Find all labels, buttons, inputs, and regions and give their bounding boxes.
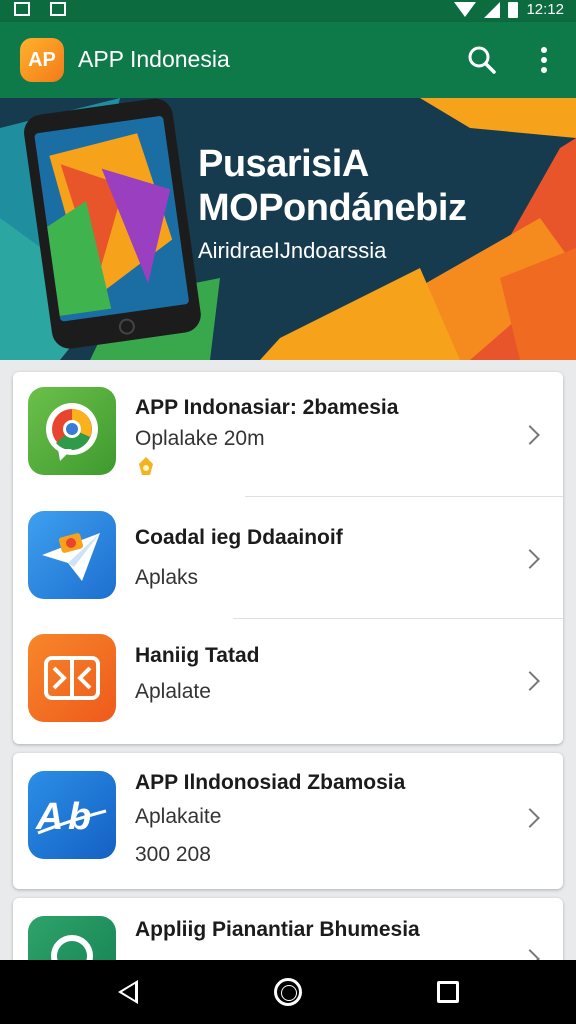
more-options-button[interactable] <box>532 44 556 76</box>
list-item[interactable]: Haniig Tatad Aplalate <box>13 620 563 744</box>
divider <box>233 618 563 619</box>
search-button[interactable] <box>466 44 498 76</box>
back-icon[interactable] <box>118 980 138 1004</box>
app-bar: AP APP Indonesia <box>0 22 576 98</box>
banner-subtitle: AiridraeIJndoarssia <box>198 238 387 263</box>
app-name: APP Ilndonosiad Zbamosia <box>135 771 406 794</box>
status-bar: 12:12 <box>0 0 576 22</box>
chevron-right-icon <box>520 549 540 569</box>
chevron-right-icon <box>520 425 540 445</box>
box-icon <box>28 634 116 722</box>
ab-logo-icon: A b <box>28 771 116 859</box>
signal-icon <box>484 1 501 18</box>
coin-icon <box>139 457 153 475</box>
app-size: 300 208 <box>135 843 211 866</box>
gallery-icon <box>50 2 66 16</box>
recents-icon[interactable] <box>437 981 459 1003</box>
app-card: A b APP Ilndonosiad Zbamosia Aplakaite 3… <box>13 753 563 889</box>
promo-banner[interactable]: PusarisiA MOPondánebiz AiridraeIJndoarss… <box>0 98 576 360</box>
app-subtitle: Aplakaite <box>135 805 222 828</box>
list-item[interactable]: APP Indonasiar: 2bamesia Oplalake 20m <box>13 372 563 496</box>
banner-title: PusarisiA MOPondánebiz <box>198 143 467 229</box>
home-icon[interactable] <box>274 978 302 1006</box>
app-subtitle: Aplalate <box>135 680 211 703</box>
chevron-right-icon <box>520 808 540 828</box>
app-name: APP Indonasiar: 2bamesia <box>135 396 399 419</box>
list-item[interactable]: Coadal ieg Ddaainoif Aplaks <box>13 496 563 620</box>
navigation-bar <box>0 960 576 1024</box>
paper-plane-icon <box>28 511 116 599</box>
app-name: Haniig Tatad <box>135 644 260 667</box>
app-logo: AP <box>20 38 64 82</box>
app-list-card: APP Indonasiar: 2bamesia Oplalake 20m Co… <box>13 372 563 744</box>
list-item[interactable]: A b APP Ilndonosiad Zbamosia Aplakaite 3… <box>13 753 563 889</box>
photo-icon <box>14 2 30 16</box>
battery-icon <box>508 1 519 18</box>
chrome-like-icon <box>28 387 116 475</box>
app-subtitle: Aplaks <box>135 566 199 589</box>
search-icon <box>468 46 496 74</box>
wifi-icon <box>454 2 477 17</box>
app-title: APP Indonesia <box>78 46 230 72</box>
chevron-right-icon <box>520 671 540 691</box>
app-name: Appliig Pianantiar Bhumesia <box>135 918 420 941</box>
more-vert-icon <box>541 47 547 53</box>
app-subtitle: Oplalake 20m <box>135 427 265 450</box>
status-time: 12:12 <box>526 1 564 18</box>
app-name: Coadal ieg Ddaainoif <box>135 526 343 549</box>
